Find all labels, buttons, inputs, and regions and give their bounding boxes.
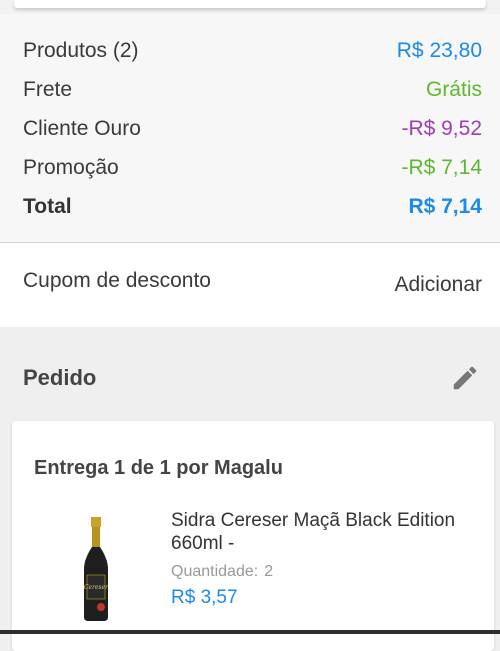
total-value: R$ 7,14 xyxy=(408,195,482,218)
summary-value: Grátis xyxy=(425,78,482,101)
product-price: R$ 3,57 xyxy=(171,587,238,608)
summary-label: Promoção xyxy=(23,156,119,179)
total-label: Total xyxy=(23,195,72,218)
product-name[interactable]: Sidra Cereser Maçã Black Edition 660ml - xyxy=(171,509,471,555)
summary-value: -R$ 7,14 xyxy=(401,156,482,179)
coupon-row[interactable]: Cupom de desconto Adicionar xyxy=(0,243,500,327)
order-section-header: Pedido xyxy=(0,327,500,417)
add-coupon-button[interactable]: Adicionar xyxy=(394,273,482,297)
summary-row-total: Total R$ 7,14 xyxy=(23,192,482,222)
summary-row-gold-client: Cliente Ouro -R$ 9,52 xyxy=(23,114,482,144)
summary-row-products: Produtos (2) R$ 23,80 xyxy=(23,36,482,66)
delivery-card: Entrega 1 de 1 por Magalu Cereser Sidra … xyxy=(12,421,494,651)
pencil-icon[interactable] xyxy=(450,363,480,393)
order-title: Pedido xyxy=(23,365,97,390)
quantity-label: Quantidade: xyxy=(171,563,259,580)
bottom-edge xyxy=(0,630,500,634)
previous-card-edge xyxy=(14,0,486,8)
summary-label: Cliente Ouro xyxy=(23,117,141,140)
svg-text:Cereser: Cereser xyxy=(84,584,109,591)
summary-label: Produtos (2) xyxy=(23,39,139,62)
summary-label: Frete xyxy=(23,78,73,101)
summary-value: -R$ 9,52 xyxy=(401,117,482,140)
quantity-value: 2 xyxy=(264,563,274,580)
summary-row-shipping: Frete Grátis xyxy=(23,75,482,105)
order-summary: Produtos (2) R$ 23,80 Frete Grátis Clien… xyxy=(0,14,500,243)
quantity-line: Quantidade: 2 xyxy=(171,563,273,581)
summary-value: R$ 23,80 xyxy=(396,39,482,62)
delivery-title: Entrega 1 de 1 por Magalu xyxy=(34,457,283,479)
top-strip xyxy=(0,0,500,14)
product-image[interactable]: Cereser xyxy=(76,517,116,622)
coupon-label: Cupom de desconto xyxy=(23,269,211,292)
summary-row-promotion: Promoção -R$ 7,14 xyxy=(23,153,482,183)
